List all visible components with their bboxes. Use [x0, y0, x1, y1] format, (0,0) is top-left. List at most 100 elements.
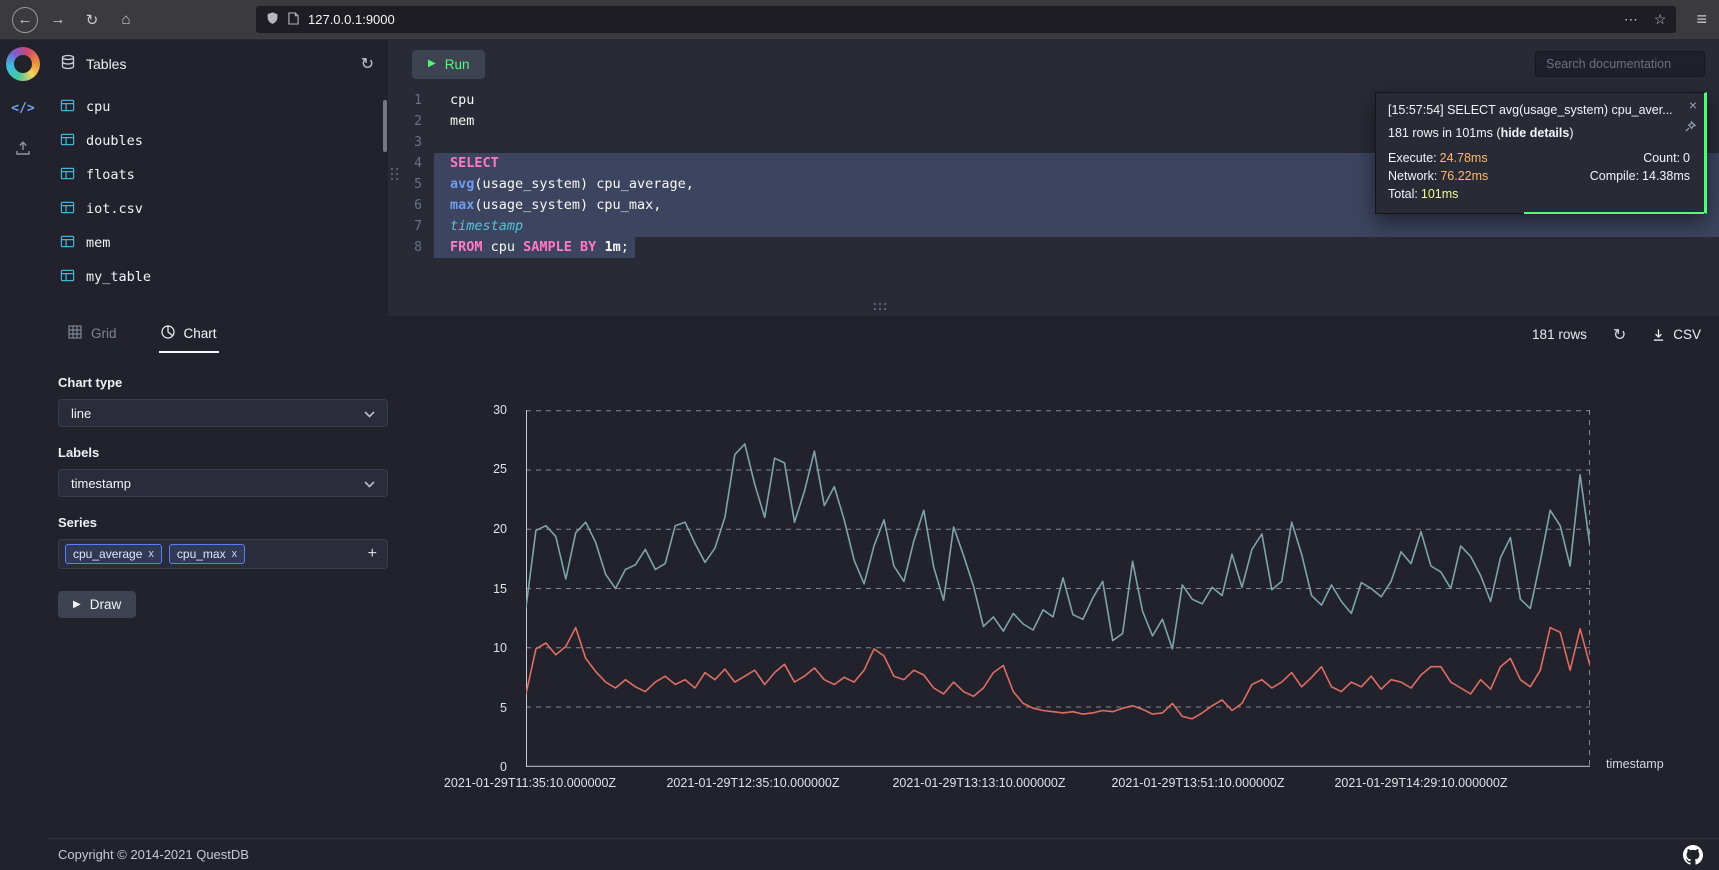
tab-chart[interactable]: Chart	[159, 316, 219, 353]
notification-metrics: Execute:24.78ms Count:0 Network:76.22ms …	[1388, 151, 1690, 201]
page-info-icon[interactable]	[288, 12, 299, 28]
close-icon[interactable]: ×	[1689, 98, 1697, 112]
table-row[interactable]: iot.csv	[46, 192, 388, 226]
shield-icon[interactable]	[266, 11, 279, 28]
hamburger-menu-icon[interactable]: ≡	[1696, 9, 1707, 30]
bookmark-star-icon[interactable]: ☆	[1654, 11, 1667, 28]
x-tick-label: 2021-01-29T13:13:10.000000Z	[892, 776, 1065, 790]
labels-value: timestamp	[71, 476, 131, 491]
page-actions-icon[interactable]: ⋯	[1624, 11, 1638, 28]
remove-series-icon[interactable]: x	[232, 548, 238, 560]
x-tick-label: 2021-01-29T13:51:10.000000Z	[1111, 776, 1284, 790]
series-chip-label: cpu_max	[177, 547, 226, 561]
hide-details-link[interactable]: hide details	[1501, 126, 1570, 140]
code-text: FROM cpu SAMPLE BY 1m;	[434, 237, 635, 258]
x-axis-name: timestamp	[1606, 757, 1664, 771]
tables-sidebar: Tables ↻ cpu doublesfloatsiot.csv mem my_ta…	[46, 40, 388, 316]
results-refresh-icon[interactable]: ↻	[1613, 325, 1626, 345]
series-chip-label: cpu_average	[73, 547, 142, 561]
table-icon	[60, 234, 75, 253]
back-icon[interactable]: ←	[12, 7, 38, 33]
y-tick-label: 10	[493, 641, 507, 655]
database-icon	[60, 54, 76, 75]
add-series-button[interactable]: +	[368, 545, 377, 563]
line-number: 3	[388, 132, 434, 153]
import-upload-icon[interactable]	[15, 140, 31, 160]
table-row[interactable]: floats	[46, 158, 388, 192]
url-text: 127.0.0.1:9000	[308, 12, 395, 27]
y-tick-label: 20	[493, 522, 507, 536]
console-code-icon[interactable]: </>	[11, 101, 34, 116]
chevron-down-icon	[364, 476, 375, 491]
run-label: Run	[445, 57, 470, 72]
y-tick-label: 30	[493, 403, 507, 417]
table-icon	[60, 166, 75, 185]
y-tick-label: 25	[493, 462, 507, 476]
url-bar[interactable]: 127.0.0.1:9000 ⋯ ☆	[256, 6, 1676, 33]
table-row[interactable]: my_table	[46, 260, 388, 294]
y-tick-label: 5	[500, 701, 507, 715]
count-value: 0	[1683, 151, 1690, 165]
reload-icon[interactable]: ↻	[78, 6, 106, 34]
home-icon[interactable]: ⌂	[112, 6, 140, 34]
x-tick-label: 2021-01-29T11:35:10.000000Z	[444, 776, 616, 790]
table-row[interactable]: doubles	[46, 124, 388, 158]
run-button[interactable]: ▶ Run	[412, 50, 485, 79]
labels-select[interactable]: timestamp	[58, 469, 388, 497]
draw-label: Draw	[90, 597, 122, 612]
editor-line[interactable]: 7timestamp	[388, 216, 1719, 237]
github-icon[interactable]	[1683, 845, 1703, 865]
network-time: 76.22ms	[1440, 169, 1488, 183]
series-chip[interactable]: cpu_max x	[169, 544, 245, 564]
csv-download-button[interactable]: CSV	[1652, 327, 1701, 342]
pie-chart-icon	[161, 325, 175, 342]
remove-series-icon[interactable]: x	[148, 548, 154, 560]
forward-icon[interactable]: →	[44, 6, 72, 34]
results-tab-bar: Grid Chart 181 rows ↻ CSV	[46, 316, 1719, 353]
x-axis-labels: 2021-01-29T11:35:10.000000Z2021-01-29T12…	[526, 776, 1590, 792]
table-name: mem	[86, 235, 110, 251]
csv-label: CSV	[1673, 327, 1701, 342]
series-input[interactable]: cpu_average x cpu_max x +	[58, 539, 388, 569]
table-icon	[60, 132, 75, 151]
table-row[interactable]: mem	[46, 226, 388, 260]
tab-grid[interactable]: Grid	[66, 316, 119, 353]
x-tick-label: 2021-01-29T14:29:10.000000Z	[1334, 776, 1507, 790]
code-text: mem	[434, 111, 474, 132]
compile-time: 14.38ms	[1642, 169, 1690, 183]
download-icon	[1652, 328, 1665, 342]
series-label: Series	[58, 515, 97, 530]
left-rail: </>	[0, 40, 46, 870]
questdb-logo[interactable]	[6, 47, 40, 81]
editor-line[interactable]: 8FROM cpu SAMPLE BY 1m;	[388, 237, 1719, 258]
table-list: cpu doublesfloatsiot.csv mem my_table	[46, 88, 388, 316]
tab-chart-label: Chart	[184, 326, 217, 341]
query-notification: [15:57:54] SELECT avg(usage_system) cpu_…	[1375, 92, 1707, 214]
chart-type-select[interactable]: line	[58, 399, 388, 427]
vertical-drag-handle[interactable]	[391, 168, 398, 180]
grid-icon	[68, 325, 82, 342]
series-line-cpu_average	[526, 628, 1590, 719]
questdb-console: ← → ↻ ⌂ 127.0.0.1:9000 ⋯ ☆ ≡ </>	[0, 0, 1719, 870]
table-icon	[60, 268, 75, 287]
code-text: cpu	[434, 90, 474, 111]
pin-icon[interactable]	[1685, 119, 1696, 137]
series-chip[interactable]: cpu_average x	[65, 544, 162, 564]
series-line-cpu_max	[526, 444, 1590, 649]
table-name: my_table	[86, 269, 151, 285]
search-docs-input[interactable]	[1535, 51, 1705, 77]
run-play-icon: ▶	[428, 59, 436, 69]
browser-toolbar: ← → ↻ ⌂ 127.0.0.1:9000 ⋯ ☆ ≡	[0, 0, 1719, 40]
tables-refresh-icon[interactable]: ↻	[361, 54, 374, 74]
sidebar-scrollbar[interactable]	[383, 100, 387, 152]
horizontal-drag-handle[interactable]	[874, 303, 886, 310]
table-icon	[60, 98, 75, 117]
table-name: cpu	[86, 99, 110, 115]
tables-title: Tables	[86, 56, 126, 72]
total-time: 101ms	[1421, 187, 1459, 201]
draw-button[interactable]: ▶ Draw	[58, 591, 136, 618]
chart-panel: Chart type line Labels timestamp Series …	[46, 353, 1719, 838]
line-number: 6	[388, 195, 434, 216]
line-number: 8	[388, 237, 434, 258]
table-row[interactable]: cpu	[46, 90, 388, 124]
